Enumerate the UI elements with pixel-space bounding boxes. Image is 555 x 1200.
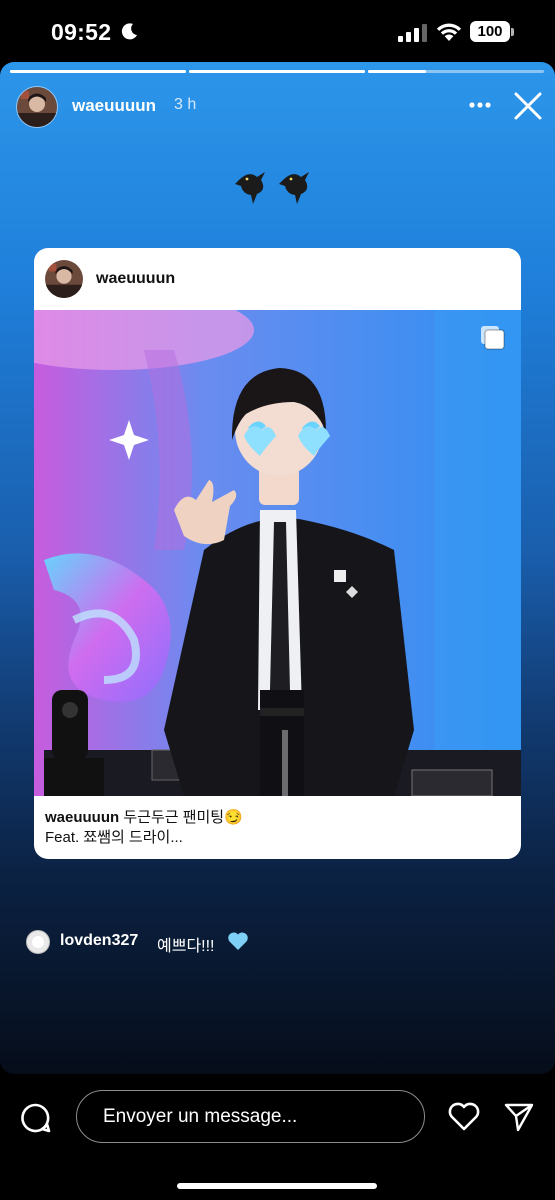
wifi-icon bbox=[436, 23, 462, 41]
progress-fill bbox=[368, 70, 427, 73]
blue-heart-icon bbox=[228, 932, 248, 950]
reply-text: 예쁘다!!! bbox=[157, 938, 215, 955]
caption-line-2: Feat. 쬬쌤의 드라이... bbox=[45, 829, 183, 846]
reply-avatar[interactable] bbox=[26, 930, 50, 954]
more-icon[interactable] bbox=[462, 90, 498, 120]
post-photo-image bbox=[34, 310, 521, 796]
carousel-icon bbox=[481, 326, 505, 350]
shared-post-card[interactable]: waeuuuun waeuuuun 두근두근 팬미팅😏 Feat. 쬬쌤의 드라… bbox=[34, 248, 521, 859]
reply-username[interactable]: lovden327 bbox=[60, 932, 138, 950]
status-bar: 09:52 100 bbox=[0, 0, 555, 64]
comment-icon[interactable] bbox=[20, 1102, 52, 1134]
story-avatar[interactable] bbox=[16, 86, 58, 128]
avatar-photo bbox=[45, 260, 83, 298]
post-caption: waeuuuun 두근두근 팬미팅😏 Feat. 쬬쌤의 드라이... bbox=[45, 808, 510, 848]
story-progress-3 bbox=[368, 70, 544, 73]
message-placeholder: Envoyer un message... bbox=[103, 1106, 298, 1127]
message-input[interactable]: Envoyer un message... bbox=[76, 1090, 425, 1143]
story-progress-2 bbox=[189, 70, 365, 73]
story-username[interactable]: waeuuuun bbox=[72, 96, 156, 116]
story-card[interactable]: waeuuuun 3 h waeuuuun waeuuuun 두근두근 팬미팅😏… bbox=[0, 62, 555, 1074]
story-screen: 09:52 100 waeuuuun 3 h waeuuuun waeuuuun… bbox=[0, 0, 555, 1200]
moon-icon bbox=[121, 23, 137, 40]
close-icon[interactable] bbox=[510, 88, 546, 124]
status-time: 09:52 bbox=[51, 19, 112, 45]
caption-text: 두근두근 팬미팅😏 bbox=[123, 809, 243, 826]
caption-username[interactable]: waeuuuun bbox=[45, 809, 119, 826]
battery-icon: 100 bbox=[470, 21, 510, 42]
bird-sticker-icon bbox=[235, 172, 309, 204]
post-photo[interactable] bbox=[34, 310, 521, 796]
progress-fill bbox=[10, 70, 186, 73]
battery-level: 100 bbox=[477, 23, 503, 40]
avatar-photo bbox=[17, 87, 57, 127]
caption-line-1: waeuuuun 두근두근 팬미팅😏 bbox=[45, 808, 510, 828]
story-progress-1 bbox=[10, 70, 186, 73]
progress-fill bbox=[189, 70, 365, 73]
post-username[interactable]: waeuuuun bbox=[96, 270, 175, 288]
post-avatar[interactable] bbox=[45, 260, 83, 298]
send-icon[interactable] bbox=[503, 1101, 535, 1133]
signal-icon bbox=[398, 24, 427, 42]
home-indicator bbox=[177, 1183, 377, 1189]
battery-tip bbox=[511, 28, 514, 36]
story-time-ago: 3 h bbox=[174, 96, 197, 113]
heart-icon[interactable] bbox=[447, 1102, 481, 1132]
